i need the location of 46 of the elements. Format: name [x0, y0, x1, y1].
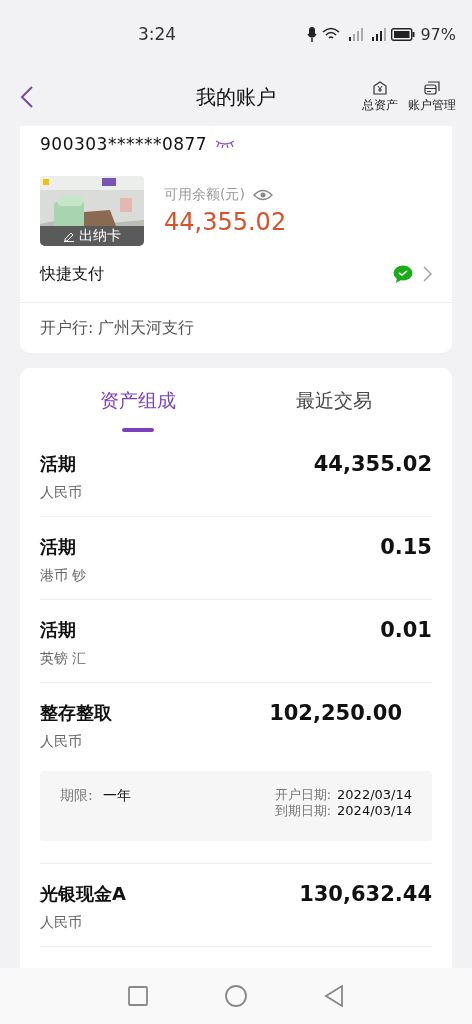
term-value: 一年	[102, 787, 131, 805]
due-date: 2024/03/14	[337, 803, 412, 819]
tab[interactable]: 资产组成	[40, 368, 236, 434]
currency-label: 人民币	[40, 484, 83, 502]
balance-label: 可用余额(元)	[164, 186, 245, 204]
tab[interactable]: 最近交易	[236, 368, 432, 434]
currency-label: 英镑 汇	[40, 650, 88, 668]
asset-amount: 130,632.44	[299, 882, 432, 906]
page-title: 我的账户	[196, 84, 276, 111]
asset-amount: 102,250.00	[269, 701, 402, 725]
asset-name: 活期	[40, 535, 76, 559]
currency-label: 人民币	[40, 733, 83, 751]
header-action-button[interactable]: 总资产	[362, 80, 398, 114]
currency-label: 港币 钞	[40, 567, 88, 585]
chevron-right-icon	[423, 266, 432, 282]
microphone-icon	[307, 26, 318, 42]
pencil-icon	[63, 230, 75, 242]
account-number: 900303******0877	[40, 134, 208, 154]
home-icon[interactable]	[225, 985, 247, 1007]
asset-amount: 0.01	[380, 618, 432, 642]
battery-percent: 97%	[420, 24, 456, 44]
status-time: 3:24	[138, 24, 177, 44]
wifi-icon	[322, 27, 341, 41]
quick-pay-row[interactable]: 快捷支付	[20, 246, 452, 303]
asset-amount: 44,355.02	[313, 452, 432, 476]
back-icon[interactable]	[323, 985, 344, 1007]
chat-bubble-icon	[393, 265, 413, 283]
term-label: 期限:	[60, 787, 93, 805]
header-action-button[interactable]: 账户管理	[408, 80, 456, 114]
open-date: 2022/03/14	[337, 787, 412, 803]
asset-name: 活期	[40, 618, 76, 642]
eye-icon[interactable]	[252, 189, 273, 201]
closed-eye-icon[interactable]	[215, 140, 236, 148]
asset-name: 活期	[40, 452, 76, 476]
battery-icon	[391, 27, 416, 41]
recent-apps-icon[interactable]	[128, 986, 149, 1006]
open-date-label: 开户日期:	[274, 787, 332, 803]
yuan-house-icon	[373, 80, 387, 95]
due-date-label: 到期日期:	[274, 803, 332, 819]
cards-icon	[424, 80, 440, 95]
balance-amount: 44,355.02	[164, 208, 287, 236]
asset-name: 整存整取	[40, 701, 112, 725]
asset-amount: 0.15	[380, 535, 432, 559]
branch-text: 开户行: 广州天河支行	[40, 316, 196, 339]
currency-label: 人民币	[40, 914, 83, 932]
asset-name: 光银现金A	[40, 882, 126, 906]
